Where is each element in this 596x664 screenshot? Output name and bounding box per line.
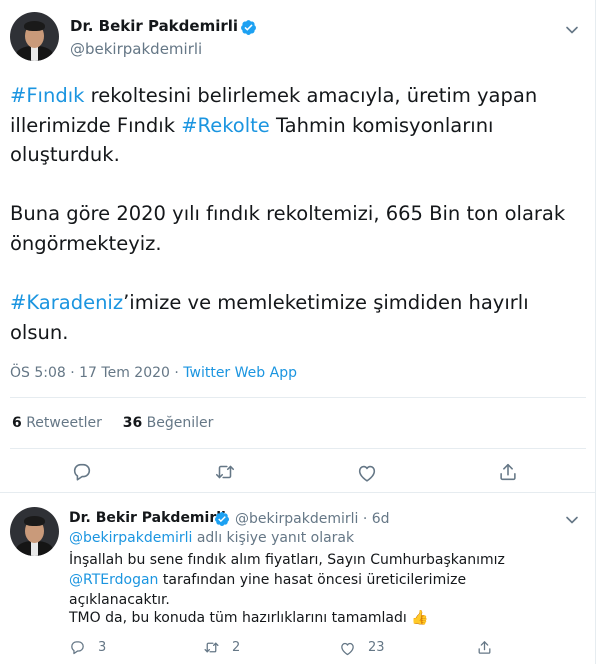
chevron-down-icon[interactable] bbox=[564, 512, 580, 528]
tweet-stats: 6 Retweetler 36 Beğeniler bbox=[12, 415, 213, 431]
share-icon[interactable] bbox=[476, 639, 493, 656]
verified-badge-icon bbox=[241, 20, 256, 35]
likes-count: 36 bbox=[122, 415, 143, 431]
tweet-page: Dr. Bekir Pakdemirli @bekirpakdemirli #F… bbox=[0, 0, 596, 664]
mention-rterdogan[interactable]: @RTErdogan bbox=[69, 572, 158, 588]
verified-badge-icon bbox=[214, 512, 229, 526]
reply-count: 3 bbox=[98, 640, 107, 655]
chevron-down-icon[interactable] bbox=[564, 22, 580, 38]
tweet-source[interactable]: Twitter Web App bbox=[183, 365, 297, 381]
tweet-paragraph-1: #Fındık rekoltesini belirlemek amacıyla,… bbox=[10, 81, 580, 170]
retweet-count: 2 bbox=[232, 640, 241, 655]
retweets-label: Retweetler bbox=[21, 415, 102, 431]
author-name[interactable]: Dr. Bekir Pakdemirli bbox=[70, 17, 238, 35]
tweet-paragraph-3: #Karadeniz’imize ve memleketimize şimdid… bbox=[10, 288, 580, 347]
tweet-text: #Fındık rekoltesini belirlemek amacıyla,… bbox=[10, 81, 580, 170]
tweet-text-segment: Buna göre 2020 yılı fındık rekoltemizi, … bbox=[10, 202, 566, 255]
reply-handle-line: @bekirpakdemirli · 6d bbox=[235, 511, 390, 527]
reply-icon[interactable] bbox=[71, 461, 93, 483]
heart-icon[interactable] bbox=[356, 462, 378, 484]
divider bbox=[10, 397, 586, 398]
reply-author-name[interactable]: Dr. Bekir Pakdemirli bbox=[69, 510, 226, 526]
reply-text-segment: TMO da, bu konuda tüm hazırlıklarını tam… bbox=[69, 610, 412, 626]
replying-to: @bekirpakdemirli adlı kişiye yanıt olara… bbox=[69, 530, 354, 546]
thumbs-up-icon: 👍 bbox=[411, 610, 429, 626]
retweets-count: 6 bbox=[12, 415, 22, 431]
timestamp-text[interactable]: ÖS 5:08 · 17 Tem 2020 · bbox=[10, 365, 183, 381]
share-icon[interactable] bbox=[497, 461, 519, 483]
replying-to-label: adlı kişiye yanıt olarak bbox=[192, 530, 355, 546]
divider bbox=[10, 448, 586, 449]
replying-to-mention[interactable]: @bekirpakdemirli bbox=[69, 530, 192, 546]
retweet-icon[interactable] bbox=[203, 639, 220, 656]
reply-author-avatar[interactable] bbox=[10, 507, 59, 556]
reply-author-handle[interactable]: @bekirpakdemirli bbox=[235, 511, 358, 527]
reply-age[interactable]: 6d bbox=[372, 511, 390, 527]
hashtag-findik[interactable]: #Fındık bbox=[10, 84, 84, 107]
reply-text-segment: İnşallah bu sene fındık alım fiyatları, … bbox=[69, 552, 505, 568]
heart-icon[interactable] bbox=[339, 640, 356, 657]
like-count: 23 bbox=[368, 640, 385, 655]
hashtag-rekolte[interactable]: #Rekolte bbox=[181, 114, 270, 137]
hashtag-karadeniz[interactable]: #Karadeniz bbox=[10, 291, 123, 314]
likes-stat[interactable]: 36 Beğeniler bbox=[123, 415, 214, 431]
reply-paragraph-1: İnşallah bu sene fındık alım fiyatları, … bbox=[69, 550, 569, 610]
reply-paragraph-2: TMO da, bu konuda tüm hazırlıklarını tam… bbox=[69, 608, 569, 628]
separator-dot: · bbox=[358, 511, 372, 527]
author-handle[interactable]: @bekirpakdemirli bbox=[70, 40, 202, 58]
author-avatar[interactable] bbox=[10, 12, 59, 61]
retweet-icon[interactable] bbox=[214, 461, 236, 483]
tweet-timestamp: ÖS 5:08 · 17 Tem 2020 · Twitter Web App bbox=[10, 365, 297, 381]
likes-label: Beğeniler bbox=[142, 415, 214, 431]
reply-text: İnşallah bu sene fındık alım fiyatları, … bbox=[69, 550, 569, 610]
divider bbox=[0, 492, 596, 493]
tweet-paragraph-2: Buna göre 2020 yılı fındık rekoltemizi, … bbox=[10, 199, 580, 258]
reply-icon[interactable] bbox=[69, 639, 86, 656]
retweets-stat[interactable]: 6 Retweetler bbox=[12, 415, 102, 431]
